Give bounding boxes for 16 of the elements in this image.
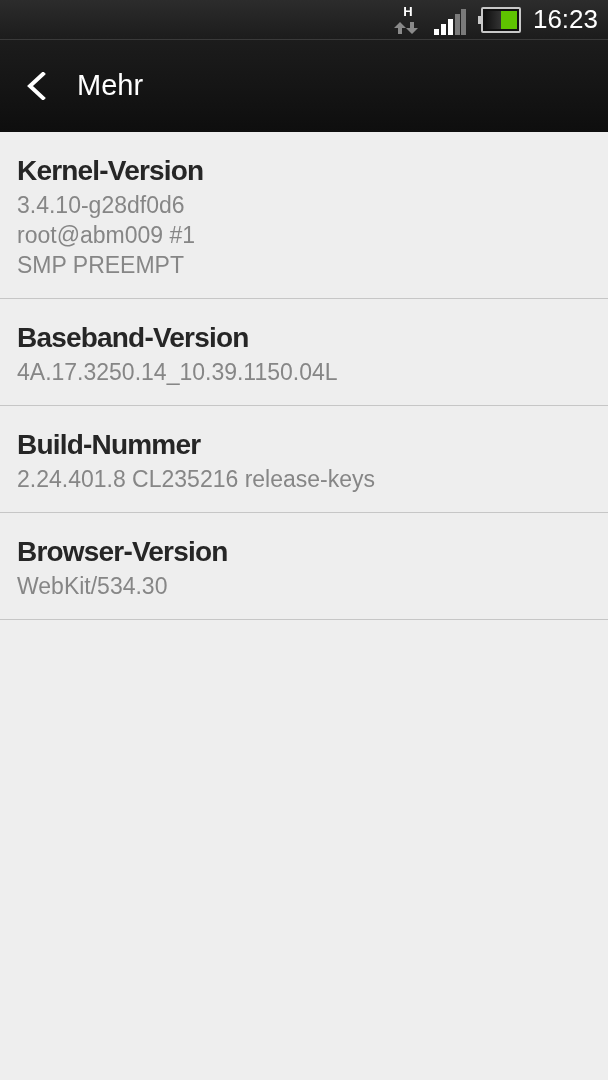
clock-time: 16:23	[532, 4, 598, 35]
network-type: H	[403, 5, 413, 18]
back-chevron-icon	[26, 72, 46, 100]
info-value: 4A.17.3250.14_10.39.1150.04L	[17, 358, 339, 387]
info-value: 3.4.10-g28df0d6 root@abm009 #1 SMP PREEMPT	[17, 191, 197, 280]
info-title: Kernel-Version	[17, 154, 205, 188]
data-arrows-icon	[393, 22, 420, 34]
info-title: Browser-Version	[17, 535, 229, 569]
info-title: Baseband-Version	[17, 321, 250, 355]
signal-icon	[433, 8, 466, 35]
screen-title: Mehr	[77, 68, 144, 102]
info-title: Build-Nummer	[17, 428, 202, 462]
info-value: 2.24.401.8 CL235216 release-keys	[17, 465, 377, 494]
back-button[interactable]	[26, 72, 46, 100]
info-value: WebKit/534.30	[17, 572, 169, 601]
battery-icon	[477, 6, 521, 33]
